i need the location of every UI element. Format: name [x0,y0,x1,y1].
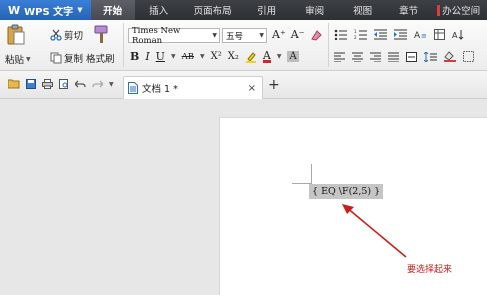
font-size-adjust-group: A⁺ A⁻ [272,28,322,41]
scissors-icon [50,29,62,41]
annotation-arrow-icon [342,204,407,258]
bullet-list-icon[interactable] [334,29,347,40]
page-margin-marker [311,164,312,184]
sort-icon[interactable]: A [452,29,464,40]
tab-references[interactable]: 引用 [243,0,291,20]
menu-bar: W WPS 文字 ▼ 开始 插入 页面布局 引用 审阅 视图 章节 办公空间 [0,0,487,20]
shrink-font-button[interactable]: A⁻ [291,28,305,41]
subscript-button[interactable]: X₂ [228,51,239,62]
table-icon[interactable] [434,29,445,40]
brush-icon [92,25,110,45]
annotation-text: 要选择起来 [407,265,453,275]
redo-icon[interactable] [92,79,103,89]
tab-page-layout[interactable]: 页面布局 [183,0,243,20]
chevron-down-icon: ▼ [26,55,31,63]
border-icon[interactable] [463,51,474,62]
tab-review[interactable]: 审阅 [291,0,339,20]
tab-home[interactable]: 开始 [90,0,135,20]
office-space-icon [437,4,441,16]
tab-view[interactable]: 视图 [339,0,387,20]
wps-logo-icon: W [8,3,21,17]
document-tab-bar: ▼ 文档 1 * × + [0,71,487,99]
print-icon[interactable] [42,79,53,89]
ribbon-divider [328,23,329,67]
font-name-value: Times New Roman [132,25,181,46]
highlight-icon[interactable] [245,51,257,63]
format-painter-button[interactable] [92,25,110,45]
underline-button[interactable]: U [156,50,165,63]
chevron-down-icon: ▼ [276,53,282,60]
tab-insert[interactable]: 插入 [135,0,183,20]
strikethrough-button[interactable]: AB [182,52,194,62]
copy-label: 复制 [64,54,84,65]
align-right-icon[interactable] [370,52,381,62]
clipboard-icon [6,24,26,46]
justify-icon[interactable] [388,52,399,62]
tab-office-space-label: 办公空间 [442,6,481,17]
numbered-list-icon[interactable]: 12 [354,29,367,40]
new-tab-button[interactable]: + [268,77,280,93]
format-painter-label-row[interactable]: 格式刷 [86,51,115,65]
superscript-button[interactable]: X² [211,51,222,62]
bold-button[interactable]: B [130,50,139,63]
font-name-select[interactable]: Times New Roman ▼ [128,25,220,46]
save-icon[interactable] [26,79,36,89]
equation-field-code[interactable]: { EQ \F(2,5) } [309,184,384,199]
tab-office-space[interactable]: 办公空间 [431,0,487,20]
paragraph-row-1: 12 A ≡ A [334,29,464,40]
ribbon: 粘贴 ▼ 剪切 复制 格式刷 Times New Roman ▼ 五号 ▼ A⁺… [0,20,487,71]
chevron-down-icon: ▼ [259,32,264,39]
cut-button[interactable]: 剪切 [50,28,83,42]
grow-font-button[interactable]: A⁺ [272,28,286,41]
paste-label-row[interactable]: 粘贴 ▼ [5,52,31,66]
chevron-down-icon: ▼ [212,32,217,39]
paste-label: 粘贴 [5,55,25,66]
paste-button[interactable] [6,24,26,46]
quick-access-toolbar: ▼ [8,79,114,89]
font-size-value: 五号 [226,31,244,42]
app-name: WPS 文字 [24,6,74,18]
char-shading-button[interactable]: A [287,51,299,62]
distributed-align-icon[interactable] [406,51,417,62]
document-icon [128,82,138,94]
decrease-indent-icon[interactable] [374,29,387,40]
align-left-icon[interactable] [334,52,345,62]
chevron-down-icon: ▼ [77,6,83,14]
paragraph-row-2 [334,51,474,62]
font-size-select[interactable]: 五号 ▼ [222,28,267,43]
cut-label: 剪切 [64,31,84,42]
print-preview-icon[interactable] [59,79,69,89]
close-tab-icon[interactable]: × [248,83,256,94]
svg-text:2: 2 [354,35,357,40]
chinese-layout-icon[interactable]: A ≡ [414,29,427,40]
svg-text:A: A [452,31,458,40]
open-folder-icon[interactable] [8,79,20,89]
align-center-icon[interactable] [352,52,363,62]
font-color-button[interactable]: A [262,50,271,63]
document-tab[interactable]: 文档 1 * × [123,76,263,99]
format-painter-label: 格式刷 [86,54,115,65]
undo-icon[interactable] [75,79,86,89]
shading-icon[interactable] [444,51,456,62]
clear-format-icon[interactable] [310,29,322,41]
chevron-down-icon: ▼ [170,53,176,60]
increase-indent-icon[interactable] [394,29,407,40]
app-menu-button[interactable]: W WPS 文字 ▼ [0,0,91,20]
chevron-down-icon: ▼ [199,53,205,60]
document-tab-title: 文档 1 * [142,84,178,95]
italic-button[interactable]: I [145,50,149,63]
svg-text:A: A [414,31,421,40]
copy-button[interactable]: 复制 [50,51,83,65]
chevron-down-icon[interactable]: ▼ [109,81,114,88]
tab-chapter[interactable]: 章节 [387,0,431,20]
line-spacing-icon[interactable] [424,51,437,62]
copy-icon [50,52,62,64]
svg-text:1: 1 [354,29,357,34]
font-format-row: B I U ▼ AB ▼ X² X₂ A ▼ A [130,50,299,63]
ribbon-divider [123,23,124,67]
svg-text:≡: ≡ [421,32,427,40]
